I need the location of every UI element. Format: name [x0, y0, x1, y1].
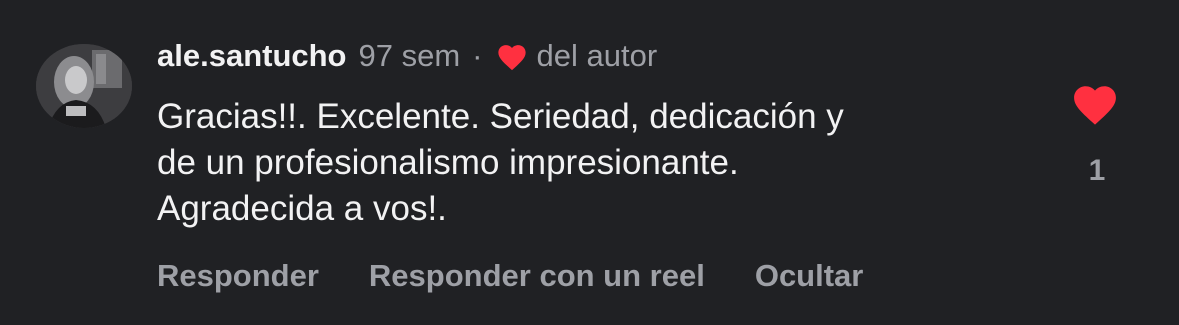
comment-actions: Responder Responder con un reel Ocultar: [157, 258, 913, 294]
comment-text-line: Agradecida a vos!.: [157, 189, 447, 228]
separator: ·: [472, 38, 483, 73]
like-count: 1: [1088, 154, 1106, 187]
hide-button[interactable]: Ocultar: [755, 258, 864, 294]
comment-text-line: Gracias!!. Excelente. Seriedad, dedicaci…: [157, 97, 844, 136]
avatar[interactable]: [36, 44, 132, 128]
heart-icon: [495, 41, 529, 71]
author-like-label: del autor: [536, 38, 658, 73]
reply-button[interactable]: Responder: [157, 258, 319, 294]
comment-text: Gracias!!. Excelente. Seriedad, dedicaci…: [157, 94, 1037, 232]
like-heart-icon[interactable]: [1068, 80, 1122, 126]
comment-header: ale.santucho 97 sem · del autor: [157, 34, 657, 78]
comment-text-line: de un profesionalismo impresionante.: [157, 143, 739, 182]
avatar-photo: [36, 44, 132, 128]
like-column: 1: [1068, 80, 1122, 188]
reply-with-reel-button[interactable]: Responder con un reel: [369, 258, 705, 294]
timestamp: 97 sem: [358, 38, 461, 73]
username[interactable]: ale.santucho: [157, 38, 347, 74]
comment-item: ale.santucho 97 sem · del autor Gracias!…: [0, 0, 1179, 325]
